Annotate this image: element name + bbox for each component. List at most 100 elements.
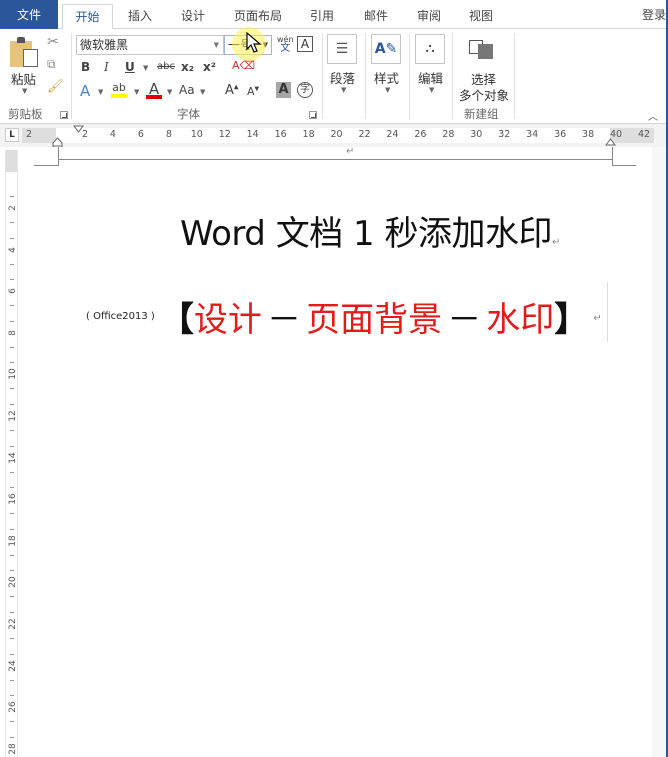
character-border-button[interactable]: A <box>297 36 313 52</box>
clipboard-group-label: 剪贴板 <box>8 107 43 121</box>
tab-design[interactable]: 设计 <box>171 4 215 29</box>
ruler-tick-label: 20 <box>8 576 18 589</box>
ruler-tick-label: 2 <box>25 129 33 140</box>
crop-mark <box>612 165 636 166</box>
ruler-tick-label: 18 <box>302 129 315 140</box>
change-case-button[interactable]: Aa <box>179 83 195 97</box>
tab-insert[interactable]: 插入 <box>118 4 162 29</box>
select-objects-icon-fill <box>478 44 493 59</box>
grow-font-button[interactable]: A▲ <box>225 83 239 98</box>
separator <box>409 33 410 119</box>
shrink-font-button[interactable]: A▼ <box>247 85 259 98</box>
ribbon-tabs: 文件 开始 插入 设计 页面布局 引用 邮件 审阅 视图 登录 <box>0 0 668 30</box>
ruler-tick-label: 22 <box>358 129 371 140</box>
tab-selector-button[interactable]: L <box>5 128 19 142</box>
character-shading-button[interactable]: A <box>276 82 291 98</box>
ruler-tick-label: 10 <box>8 368 18 381</box>
ruler-tick <box>10 346 14 348</box>
ruler-tick-label: 20 <box>330 129 343 140</box>
paragraph-label: 段落 <box>330 71 356 86</box>
strikethrough-button[interactable]: abc <box>157 61 175 72</box>
ruler-tick-label: 16 <box>274 129 287 140</box>
ruler-tick-label: 22 <box>8 618 18 630</box>
editing-button[interactable]: ⛬ <box>415 34 445 64</box>
tab-file[interactable]: 文件 <box>0 0 58 29</box>
paragraph-dropdown-icon[interactable]: ▼ <box>341 86 346 94</box>
editing-dropdown-icon[interactable]: ▼ <box>429 86 434 94</box>
document-title-text: Word 文档 1 秒添加水印 <box>180 214 552 254</box>
tab-home[interactable]: 开始 <box>62 4 113 30</box>
ruler-tick-label: 12 <box>218 129 231 140</box>
collapse-ribbon-icon[interactable]: ︿ <box>648 108 658 123</box>
chevron-down-icon[interactable]: ▼ <box>214 36 219 54</box>
font-color-button[interactable]: A <box>146 80 162 99</box>
font-color-dropdown-icon[interactable]: ▼ <box>167 88 172 96</box>
highlight-color-bar <box>111 94 127 98</box>
ruler-tick <box>10 679 14 681</box>
ruler-tick <box>10 638 14 639</box>
font-launcher-icon[interactable] <box>309 111 317 119</box>
font-color-glyph: A <box>148 80 160 98</box>
text-boundary <box>607 282 608 342</box>
paragraph-button[interactable]: ☰ <box>327 34 357 64</box>
copy-icon[interactable]: ⧉ <box>47 57 56 72</box>
ruler-tick-label: 42 <box>637 129 651 140</box>
document-title: Word 文档 1 秒添加水印↵ <box>180 206 560 255</box>
change-case-dropdown-icon[interactable]: ▼ <box>200 88 205 96</box>
styles-dropdown-icon[interactable]: ▼ <box>385 86 390 94</box>
tab-mailings[interactable]: 邮件 <box>354 4 398 29</box>
styles-label: 样式 <box>374 71 400 86</box>
vertical-ruler[interactable]: 2 4 6 8 10 12 14 16 18 20 22 24 26 28 <box>5 150 18 757</box>
clipboard-launcher-icon[interactable] <box>60 111 68 119</box>
ruler-tick <box>10 388 14 390</box>
right-indent-marker[interactable] <box>605 137 616 146</box>
ruler-tick <box>10 653 14 655</box>
ruler-tick-label: 24 <box>386 129 399 140</box>
crop-mark <box>612 147 613 166</box>
text-effects-dropdown-icon[interactable]: ▼ <box>98 88 103 96</box>
bold-button[interactable]: B <box>81 60 90 74</box>
font-name-combobox[interactable]: 微软雅黑 ▼ <box>76 35 224 55</box>
highlight-dropdown-icon[interactable]: ▼ <box>134 88 139 96</box>
ruler-tick-label: 36 <box>554 129 567 140</box>
ruler-tick <box>10 404 14 405</box>
underline-button[interactable]: U <box>125 60 135 74</box>
italic-button[interactable]: I <box>104 60 109 74</box>
ruler-tick <box>10 721 14 723</box>
underline-dropdown-icon[interactable]: ▼ <box>143 64 148 72</box>
paragraph-mark: ↵ <box>551 237 560 248</box>
first-line-indent-marker[interactable] <box>73 125 84 133</box>
phonetic-guide-button[interactable]: wén 文 <box>277 35 294 54</box>
highlight-button[interactable]: ab <box>111 81 127 98</box>
tab-view[interactable]: 视图 <box>459 4 503 29</box>
tab-page-layout[interactable]: 页面布局 <box>226 4 290 29</box>
header-paragraph-mark: ↵ <box>346 146 355 157</box>
ruler-tick <box>10 196 14 197</box>
ruler-tick <box>10 487 14 489</box>
tab-references[interactable]: 引用 <box>300 4 344 29</box>
tab-review[interactable]: 审阅 <box>407 4 451 29</box>
enclose-characters-button[interactable]: 字 <box>297 82 313 98</box>
ruler-tick-label: 8 <box>165 129 172 140</box>
styles-button[interactable]: A✎ <box>371 34 401 64</box>
ruler-tick <box>10 513 14 515</box>
ruler-tick-label: 14 <box>8 451 18 464</box>
sign-in-link[interactable]: 登录 <box>642 6 666 23</box>
ruler-tick <box>10 471 14 473</box>
ruler-tick <box>10 430 14 431</box>
phonetic-bottom: 文 <box>280 43 291 54</box>
font-name-value: 微软雅黑 <box>80 38 129 52</box>
text-effects-button[interactable]: A <box>80 82 90 100</box>
paragraph-icon: ☰ <box>335 41 349 57</box>
subscript-button[interactable]: x₂ <box>181 60 194 74</box>
paste-dropdown-icon[interactable]: ▼ <box>22 87 27 95</box>
format-painter-icon[interactable]: 🖌 <box>47 79 64 94</box>
scrollbar-track[interactable] <box>652 147 666 757</box>
cut-icon[interactable]: ✂ <box>47 34 59 50</box>
ruler-tick <box>10 222 14 223</box>
horizontal-ruler[interactable]: 2 2 4 6 8 10 12 14 16 18 20 22 24 26 28 30 32 34 36 38 40 42 <box>22 128 654 143</box>
clear-formatting-icon[interactable]: A⌫ <box>232 59 255 72</box>
shrink-font-glyph: A <box>247 85 255 98</box>
ruler-tick <box>10 362 14 364</box>
superscript-button[interactable]: x² <box>203 60 216 74</box>
